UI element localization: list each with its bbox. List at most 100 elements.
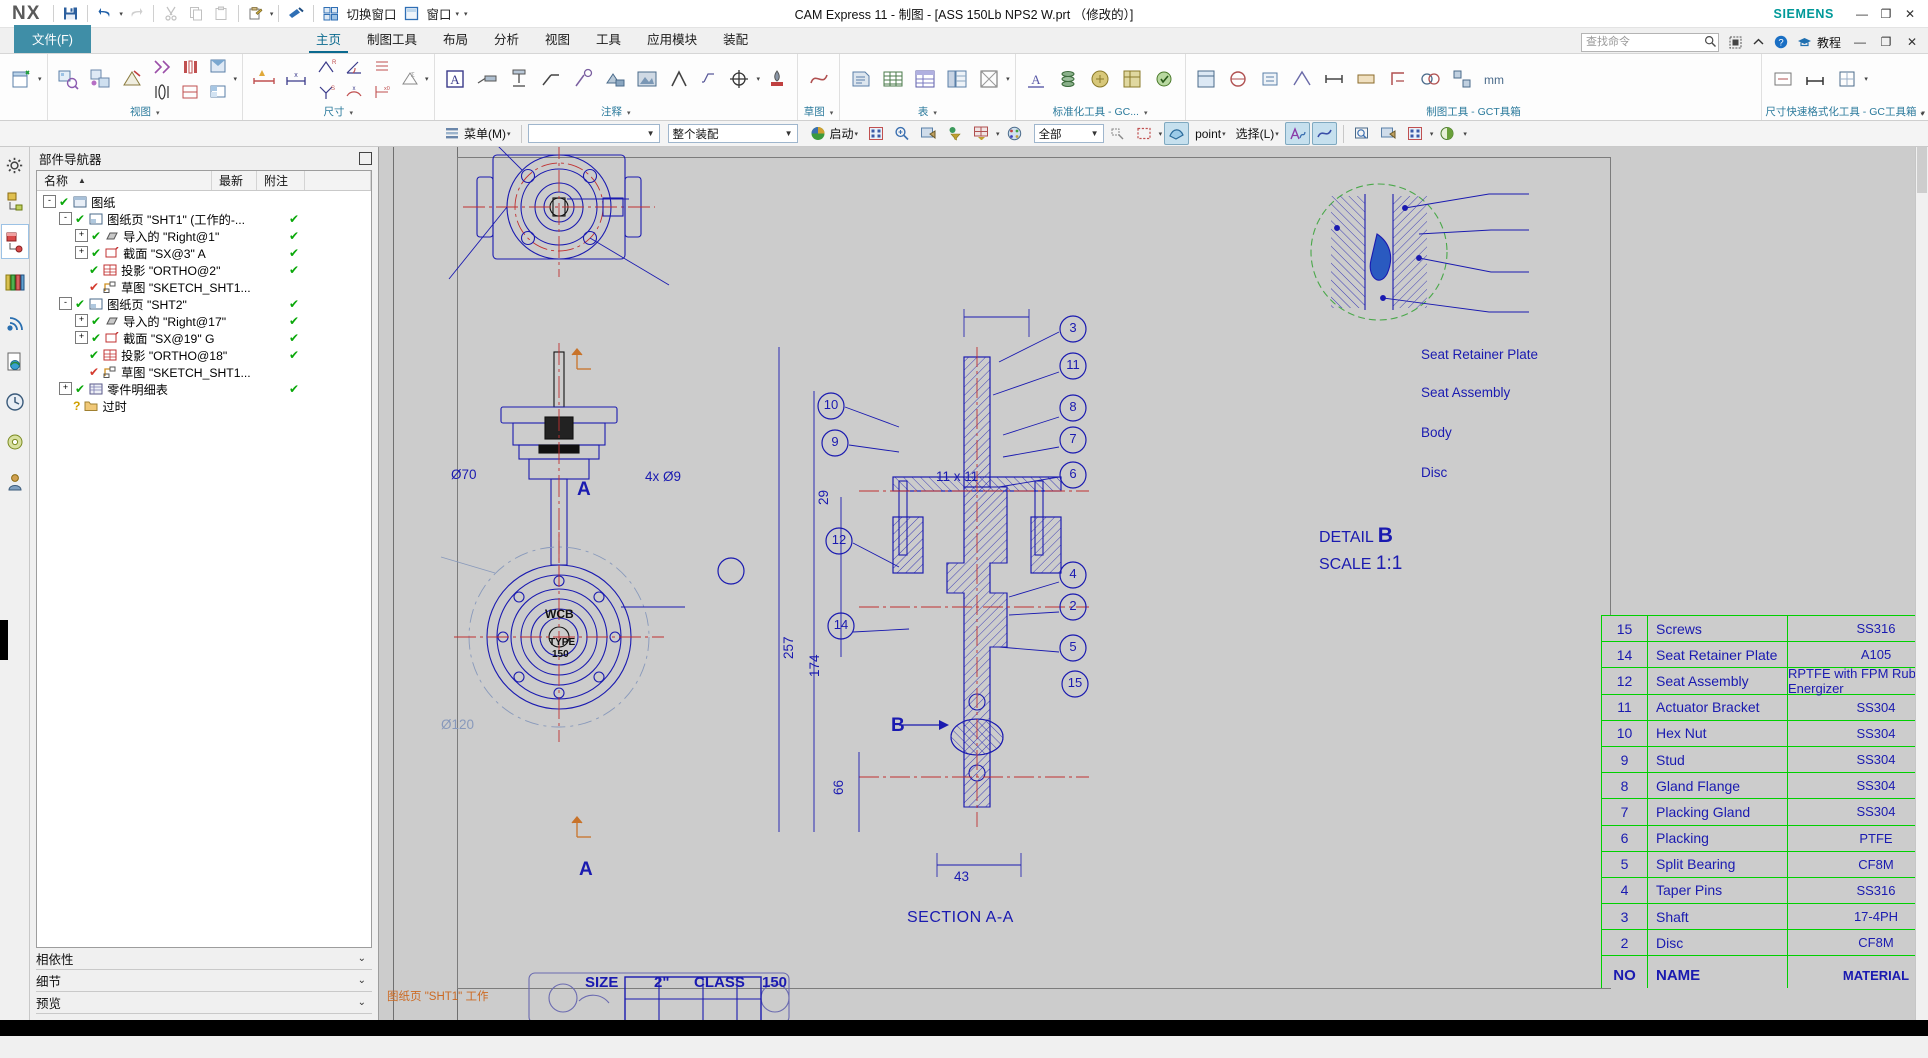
dimfmt-3-icon[interactable] [1831, 57, 1862, 101]
new-sheet-icon[interactable] [5, 57, 36, 101]
grid-dropdown-arrow[interactable]: ▾ [1430, 130, 1434, 138]
snap-point-label-item[interactable]: point ▾ [1191, 122, 1230, 145]
projected-view-icon[interactable] [85, 57, 116, 101]
gc-draft-6-icon[interactable] [1351, 57, 1382, 101]
view-style-combo[interactable]: ▼ [527, 124, 660, 143]
note-icon[interactable]: A [440, 57, 471, 101]
section-preview[interactable]: 预览 ⌄ [36, 992, 372, 1014]
tab-tools[interactable]: 工具 [583, 25, 634, 53]
rect-select-dropdown-arrow[interactable]: ▾ [1159, 130, 1163, 138]
hole-table-icon[interactable] [973, 57, 1004, 101]
ribbon-close-button[interactable]: ✕ [1900, 31, 1924, 53]
graphics-window[interactable]: 图纸页 "SHT1" 工作 Ø70 4x Ø9 A Ø120 A WCB TYP… [379, 147, 1928, 1020]
centerline-icon[interactable] [568, 57, 599, 101]
section-dependencies[interactable]: 相依性 ⌄ [36, 948, 372, 970]
table-icon[interactable] [877, 57, 908, 101]
tree-expander[interactable]: - [59, 297, 72, 310]
sketch-curve-icon[interactable] [803, 57, 834, 101]
help-icon[interactable]: ? [1771, 33, 1792, 52]
gc-draft-4-icon[interactable] [1287, 57, 1318, 101]
dimfmt-more-arrow[interactable]: ▾ [1864, 75, 1868, 83]
start-button[interactable]: 启动 ▾ [806, 122, 863, 145]
bom-icon[interactable] [941, 57, 972, 101]
chevron-down-icon[interactable]: ▾ [627, 110, 631, 117]
dimension-group-more-arrow[interactable]: ▾ [425, 75, 429, 83]
filter-dropdown-arrow[interactable]: ▾ [996, 130, 1000, 138]
break-view-icon[interactable] [149, 54, 176, 79]
dimension-style-icon[interactable]: Σ [396, 67, 423, 92]
table-more-arrow[interactable]: ▾ [1006, 75, 1010, 83]
chevron-down-icon[interactable]: ⌄ [358, 997, 372, 1008]
sidebar-item-process-studio[interactable] [1, 424, 29, 459]
dimfmt-2-icon[interactable] [1799, 57, 1830, 101]
tree-item[interactable]: ✔ 投影 "ORTHO@2" ✔ [37, 261, 371, 278]
surface-symbol-icon[interactable] [696, 67, 723, 92]
scrollbar-thumb[interactable] [1917, 147, 1927, 193]
ordinate-dimension-icon[interactable]: x0 [368, 79, 395, 104]
minimize-button[interactable]: — [1850, 3, 1874, 25]
table-note-icon[interactable] [845, 57, 876, 101]
tree-item[interactable]: - ✔ 图纸页 "SHT2" ✔ [37, 295, 371, 312]
rapid-dimension-icon[interactable] [248, 57, 279, 101]
column-name[interactable]: 名称 ▲ [37, 171, 212, 190]
tree-check-icon[interactable]: ✔ [91, 314, 101, 328]
tab-drafting[interactable]: 制图工具 [354, 25, 430, 53]
curve-button[interactable] [1311, 122, 1337, 145]
zoom-button[interactable] [890, 122, 914, 145]
rect-select-button[interactable] [1132, 122, 1156, 145]
tree-check-icon[interactable]: ✔ [89, 263, 99, 277]
weld-symbol-icon[interactable] [761, 57, 792, 101]
tree-item[interactable]: + ✔ 截面 "SX@3" A ✔ [37, 244, 371, 261]
view-dependent-edit-icon[interactable] [205, 54, 232, 79]
sidebar-item-history[interactable] [1, 384, 29, 419]
start-dropdown-arrow[interactable]: ▾ [855, 130, 859, 138]
gc-draft-10-icon[interactable]: mm [1479, 57, 1510, 101]
tab-assembly[interactable]: 装配 [710, 25, 761, 53]
tree-expander[interactable]: + [75, 229, 88, 242]
pin-panel-button[interactable] [359, 152, 372, 165]
tab-file[interactable]: 文件(F) [14, 25, 91, 53]
switch-window-label[interactable]: 切换窗口 [346, 4, 396, 23]
tree-check-icon[interactable]: ✔ [75, 382, 85, 396]
ribbon-minimize-button[interactable]: — [1848, 31, 1872, 53]
view-boundary-icon[interactable] [205, 79, 232, 104]
tree-check-icon[interactable]: ✔ [75, 212, 85, 226]
gc-draft-9-icon[interactable] [1447, 57, 1478, 101]
view-break-icon[interactable] [177, 79, 204, 104]
annotation-more-arrow[interactable]: ▾ [757, 75, 761, 83]
selection-filter-combo[interactable]: 全部 ▼ [1033, 124, 1104, 143]
gc-standard-4-icon[interactable] [1117, 57, 1148, 101]
image-icon[interactable] [632, 57, 663, 101]
graphics-vertical-scrollbar[interactable] [1915, 147, 1928, 1020]
preview-button[interactable] [916, 122, 941, 145]
tab-view[interactable]: 视图 [532, 25, 583, 53]
ribbon-overflow-arrow[interactable]: ▾ [1920, 110, 1924, 118]
tree-expander[interactable]: + [75, 246, 88, 259]
tree-check-red-icon[interactable]: ✔ [89, 280, 99, 294]
preview-button-2[interactable] [1376, 122, 1401, 145]
scope-combo[interactable]: 整个装配 ▼ [667, 124, 798, 143]
menu-dropdown-arrow[interactable]: ▾ [507, 130, 511, 138]
gc-draft-1-icon[interactable] [1191, 57, 1222, 101]
chevron-down-icon[interactable]: ▼ [783, 129, 795, 138]
shade-dropdown-arrow[interactable]: ▾ [1463, 130, 1467, 138]
chevron-down-icon[interactable]: ⌄ [358, 953, 372, 964]
tutorial-label[interactable]: 教程 [1817, 34, 1841, 51]
grid-button[interactable] [1403, 122, 1427, 145]
tree-check-icon[interactable]: ✔ [91, 246, 101, 260]
leader-icon[interactable] [536, 57, 567, 101]
sidebar-item-assembly-navigator[interactable] [1, 184, 29, 219]
tree-item[interactable]: + ✔ 截面 "SX@19" G ✔ [37, 329, 371, 346]
window-label[interactable]: 窗口 [426, 4, 451, 23]
ribbon-restore-button[interactable]: ❐ [1874, 31, 1898, 53]
tree-item[interactable]: + ✔ 零件明细表 ✔ [37, 380, 371, 397]
format-painter-icon[interactable] [284, 2, 308, 26]
parts-list-icon[interactable] [909, 57, 940, 101]
tab-layout[interactable]: 布局 [430, 25, 481, 53]
chevron-down-icon[interactable]: ▼ [1089, 129, 1101, 138]
tree-item[interactable]: + ✔ 导入的 "Right@17" ✔ [37, 312, 371, 329]
shade-button[interactable] [1435, 122, 1460, 145]
paste-special-dropdown-arrow[interactable]: ▾ [270, 10, 274, 18]
sidebar-item-part-navigator[interactable] [0, 224, 29, 259]
view-group-more-arrow[interactable]: ▾ [234, 75, 238, 83]
